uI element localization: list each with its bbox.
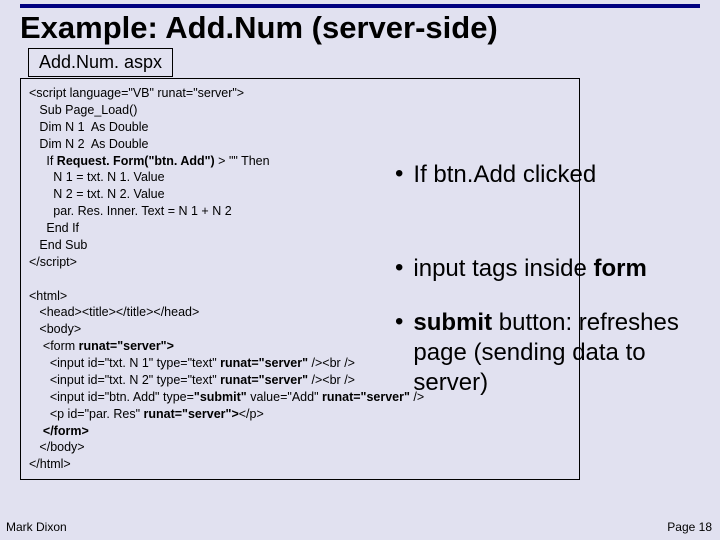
code-line: End If (29, 221, 79, 235)
code-line: </body> (29, 440, 85, 454)
code-line: Dim N 1 As Double (29, 120, 149, 134)
bullet-text: submit button: refreshes page (sending d… (413, 308, 710, 398)
code-line: </p> (239, 407, 264, 421)
code-bold: runat="server"> (144, 407, 239, 421)
code-line: <input id="txt. N 1" type="text" (29, 356, 220, 370)
code-line: <input id="txt. N 2" type="text" (29, 373, 220, 387)
filename-label: Add.Num. aspx (28, 48, 173, 77)
footer-page: Page 18 (667, 520, 712, 534)
code-line: Dim N 2 As Double (29, 137, 149, 151)
code-line: If (29, 154, 57, 168)
code-bold: </form> (29, 424, 89, 438)
code-line: </html> (29, 457, 71, 471)
code-line: <head><title></title></head> (29, 305, 199, 319)
code-line: Sub Page_Load() (29, 103, 137, 117)
code-bold: Request. Form("btn. Add") (57, 154, 215, 168)
code-line: <body> (29, 322, 81, 336)
bullet-dot: • (395, 254, 403, 283)
code-line: <form (29, 339, 79, 353)
bullet-dot: • (395, 160, 403, 189)
bullet-item: • If btn.Add clicked (395, 160, 710, 190)
code-bold: runat="server"> (79, 339, 174, 353)
code-bold: runat="server" (220, 356, 311, 370)
code-line: </scr (29, 255, 56, 269)
bullet-item: • input tags inside form (395, 254, 710, 284)
code-line: ipt> (56, 255, 77, 269)
code-line: End Sub (29, 238, 87, 252)
slide-title: Example: Add.Num (server-side) (20, 10, 498, 46)
code-line: par. Res. Inner. Text = N 1 + N 2 (29, 204, 232, 218)
bullet-dot: • (395, 308, 403, 337)
code-line: /><br /> (312, 356, 355, 370)
bullet-list: • If btn.Add clicked • input tags inside… (395, 160, 710, 422)
top-divider (20, 4, 700, 8)
code-line: N 1 = txt. N 1. Value (29, 170, 165, 184)
footer-author: Mark Dixon (6, 520, 67, 534)
code-line: > "" Then (215, 154, 270, 168)
code-line: <html> (29, 289, 67, 303)
code-line: value="Add" (247, 390, 322, 404)
code-line: <input id="btn. Add" type= (29, 390, 194, 404)
bullet-item: • submit button: refreshes page (sending… (395, 308, 710, 398)
code-bold: runat="server" (220, 373, 311, 387)
code-line: <script language="VB" runat="server"> (29, 86, 244, 100)
bullet-text: If btn.Add clicked (413, 160, 596, 190)
bullet-text: input tags inside form (413, 254, 646, 284)
code-line: <p id="par. Res" (29, 407, 144, 421)
code-line: N 2 = txt. N 2. Value (29, 187, 165, 201)
code-bold: "submit" (194, 390, 247, 404)
code-line: /><br /> (312, 373, 355, 387)
